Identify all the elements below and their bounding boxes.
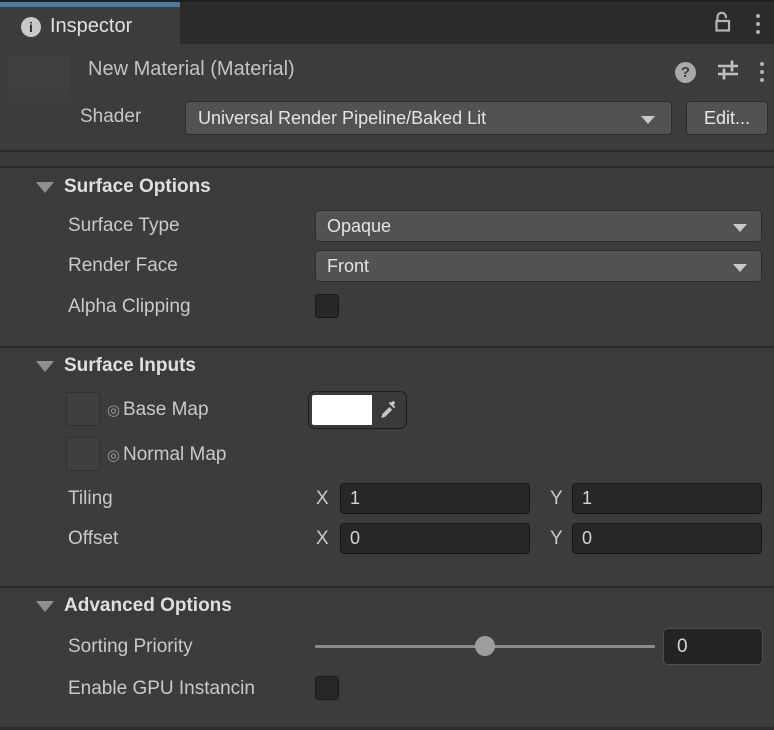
render-face-label: Render Face <box>68 255 178 277</box>
surface-inputs-header[interactable]: Surface Inputs <box>0 346 774 384</box>
normal-map-texture-slot[interactable] <box>66 437 100 471</box>
gpu-instancing-label: Enable GPU Instancin <box>68 678 314 700</box>
tab-label: Inspector <box>50 15 132 38</box>
shader-edit-button[interactable]: Edit... <box>686 101 768 135</box>
eyedropper-icon[interactable] <box>372 399 403 421</box>
sorting-priority-slider-track[interactable] <box>315 645 655 648</box>
dropdown-arrow-icon <box>733 264 747 272</box>
header-menu-kebab-icon[interactable] <box>760 62 764 82</box>
offset-y-label: Y <box>550 528 563 550</box>
offset-label: Offset <box>68 528 118 550</box>
unlock-icon[interactable] <box>710 10 734 39</box>
info-icon: i <box>21 17 41 37</box>
object-picker-icon[interactable]: ◎ <box>107 446 120 464</box>
shader-label: Shader <box>80 106 141 128</box>
dropdown-arrow-icon <box>733 224 747 232</box>
help-icon[interactable]: ? <box>675 62 696 83</box>
section-title: Surface Options <box>64 176 211 198</box>
tiling-label: Tiling <box>68 488 113 510</box>
alpha-clipping-checkbox[interactable] <box>315 294 339 318</box>
section-title: Advanced Options <box>64 595 232 617</box>
offset-x-input[interactable] <box>340 523 530 554</box>
tab-menu-kebab-icon[interactable] <box>756 14 760 34</box>
alpha-clipping-label: Alpha Clipping <box>68 296 191 318</box>
shader-dropdown[interactable]: Universal Render Pipeline/Baked Lit <box>185 101 672 135</box>
normal-map-label: Normal Map <box>123 444 226 466</box>
tab-bar: i Inspector <box>0 0 774 44</box>
material-title: New Material (Material) <box>88 58 295 81</box>
inspector-panel: i Inspector New Material (Material) ? <box>0 0 774 730</box>
base-map-color-field[interactable] <box>308 391 407 429</box>
tiling-x-label: X <box>316 488 329 510</box>
color-swatch[interactable] <box>312 395 372 425</box>
gpu-instancing-checkbox[interactable] <box>315 676 339 700</box>
tab-inspector[interactable]: i Inspector <box>0 2 180 46</box>
shader-dropdown-value: Universal Render Pipeline/Baked Lit <box>198 108 486 128</box>
foldout-triangle-icon <box>36 361 54 372</box>
tiling-y-input[interactable] <box>572 483 762 514</box>
section-title: Surface Inputs <box>64 355 196 377</box>
tiling-y-label: Y <box>550 488 563 510</box>
sorting-priority-label: Sorting Priority <box>68 636 193 658</box>
base-map-label: Base Map <box>123 399 209 421</box>
foldout-triangle-icon <box>36 182 54 193</box>
offset-y-input[interactable] <box>572 523 762 554</box>
surface-type-value: Opaque <box>327 216 391 236</box>
surface-type-dropdown[interactable]: Opaque <box>315 210 762 242</box>
sorting-priority-input[interactable] <box>663 628 763 665</box>
base-map-texture-slot[interactable] <box>66 392 100 426</box>
presets-icon[interactable] <box>715 57 741 88</box>
sorting-priority-slider-handle[interactable] <box>475 636 495 656</box>
advanced-options-header[interactable]: Advanced Options <box>0 586 774 624</box>
dropdown-arrow-icon <box>641 116 655 124</box>
surface-options-header[interactable]: Surface Options <box>0 168 774 206</box>
render-face-value: Front <box>327 256 369 276</box>
object-picker-icon[interactable]: ◎ <box>107 401 120 419</box>
surface-type-label: Surface Type <box>68 215 180 237</box>
material-header: New Material (Material) ? Shader Univers… <box>0 44 774 150</box>
header-divider-band <box>0 150 774 168</box>
render-face-dropdown[interactable]: Front <box>315 250 762 282</box>
offset-x-label: X <box>316 528 329 550</box>
tiling-x-input[interactable] <box>340 483 530 514</box>
foldout-triangle-icon <box>36 601 54 612</box>
